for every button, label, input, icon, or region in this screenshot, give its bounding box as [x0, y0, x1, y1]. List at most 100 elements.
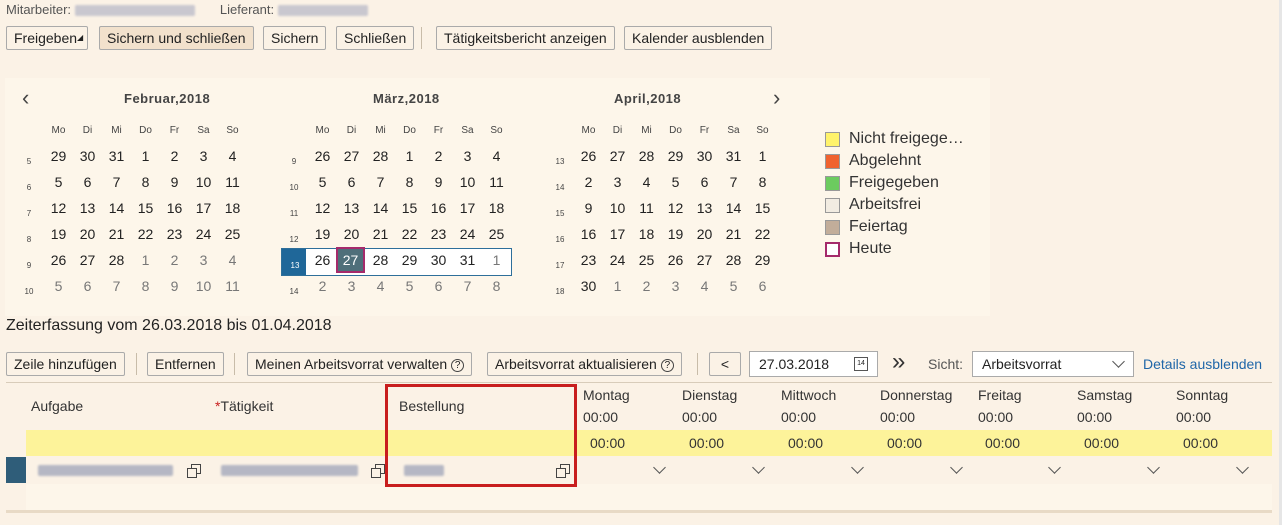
calendar-day[interactable]: 5 — [44, 170, 73, 194]
calendar-day[interactable]: 29 — [661, 144, 690, 168]
sicht-select[interactable]: Arbeitsvorrat — [972, 351, 1134, 377]
week-number[interactable]: 18 — [552, 287, 568, 296]
schliessen-button[interactable]: Schließen — [336, 26, 415, 50]
calendar-day[interactable]: 30 — [73, 144, 102, 168]
week-number[interactable]: 15 — [552, 209, 568, 218]
calendar-day[interactable]: 25 — [632, 248, 661, 272]
calendar-day[interactable]: 30 — [574, 274, 603, 298]
calendar-day[interactable]: 15 — [748, 196, 777, 220]
arbeitsvorrat-verwalten-button[interactable]: Meinen Arbeitsvorrat verwalten? — [247, 352, 473, 376]
copy-icon[interactable] — [371, 464, 385, 478]
calendar-day[interactable]: 12 — [661, 196, 690, 220]
calendar-day[interactable]: 20 — [73, 222, 102, 246]
calendar-day[interactable]: 10 — [189, 170, 218, 194]
calendar-day[interactable]: 22 — [748, 222, 777, 246]
day-header-name[interactable]: Mittwoch — [781, 387, 836, 403]
calendar-day[interactable]: 8 — [131, 170, 160, 194]
calendar-day[interactable]: 21 — [366, 222, 395, 246]
calendar-day[interactable]: 15 — [395, 196, 424, 220]
calendar-day[interactable]: 25 — [482, 222, 511, 246]
calendar-day[interactable]: 1 — [395, 144, 424, 168]
calendar-day[interactable]: 13 — [73, 196, 102, 220]
calendar-day[interactable]: 3 — [189, 144, 218, 168]
copy-icon[interactable] — [187, 464, 201, 478]
calendar-day[interactable]: 27 — [690, 248, 719, 272]
calendar-day[interactable]: 27 — [337, 144, 366, 168]
week-number[interactable]: 6 — [21, 183, 37, 192]
calendar-day[interactable]: 31 — [453, 248, 482, 272]
week-number[interactable]: 13 — [287, 261, 303, 270]
calendar-day[interactable]: 28 — [102, 248, 131, 272]
calendar-day[interactable]: 27 — [73, 248, 102, 272]
calendar-day[interactable]: 19 — [44, 222, 73, 246]
calendar-day[interactable]: 18 — [632, 222, 661, 246]
week-number[interactable]: 10 — [286, 183, 302, 192]
calendar-day[interactable]: 23 — [574, 248, 603, 272]
calendar-day[interactable]: 6 — [424, 274, 453, 298]
calendar-day[interactable]: 4 — [690, 274, 719, 298]
day-header-name[interactable]: Montag — [583, 387, 630, 403]
calendar-day[interactable]: 30 — [424, 248, 453, 272]
sichern-button[interactable]: Sichern — [263, 26, 327, 50]
week-number[interactable]: 14 — [286, 287, 302, 296]
calendar-day[interactable]: 30 — [690, 144, 719, 168]
calendar-day[interactable]: 3 — [661, 274, 690, 298]
week-number[interactable]: 9 — [21, 261, 37, 270]
calendar-day[interactable]: 6 — [748, 274, 777, 298]
calendar-day[interactable]: 6 — [690, 170, 719, 194]
taetigkeitsbericht-button[interactable]: Tätigkeitsbericht anzeigen — [436, 26, 615, 50]
calendar-day[interactable]: 11 — [218, 170, 247, 194]
day-header-name[interactable]: Donnerstag — [880, 387, 952, 403]
calendar-day[interactable]: 4 — [218, 248, 247, 272]
zeile-hinzufuegen-button[interactable]: Zeile hinzufügen — [6, 352, 125, 376]
calendar-day[interactable]: 16 — [574, 222, 603, 246]
calendar-day[interactable]: 28 — [632, 144, 661, 168]
calendar-day[interactable]: 3 — [189, 248, 218, 272]
calendar-day[interactable]: 21 — [719, 222, 748, 246]
calendar-day[interactable]: 9 — [424, 170, 453, 194]
calendar-day[interactable]: 11 — [632, 196, 661, 220]
calendar-day[interactable]: 9 — [574, 196, 603, 220]
calendar-day[interactable]: 14 — [102, 196, 131, 220]
week-number[interactable]: 14 — [552, 183, 568, 192]
calendar-day[interactable]: 26 — [661, 248, 690, 272]
calendar-day[interactable]: 4 — [218, 144, 247, 168]
row-selector[interactable] — [6, 457, 26, 483]
calendar-day[interactable]: 10 — [603, 196, 632, 220]
calendar-day[interactable]: 28 — [366, 144, 395, 168]
calendar-day[interactable]: 29 — [748, 248, 777, 272]
date-input[interactable]: 27.03.2018 14 — [749, 351, 878, 377]
calendar-day[interactable]: 1 — [482, 248, 511, 272]
calendar-day[interactable]: 24 — [189, 222, 218, 246]
calendar-day[interactable]: 5 — [719, 274, 748, 298]
calendar-day[interactable]: 7 — [453, 274, 482, 298]
prev-week-button[interactable]: < — [709, 352, 741, 376]
calendar-day[interactable]: 8 — [131, 274, 160, 298]
week-number[interactable]: 8 — [21, 235, 37, 244]
calendar-day[interactable]: 24 — [453, 222, 482, 246]
calendar-day[interactable]: 11 — [218, 274, 247, 298]
calendar-picker-icon[interactable]: 14 — [854, 357, 868, 371]
calendar-day[interactable]: 15 — [131, 196, 160, 220]
kalender-ausblenden-button[interactable]: Kalender ausblenden — [624, 26, 773, 50]
freigeben-button[interactable]: Freigeben◢ — [6, 26, 88, 50]
calendar-day[interactable]: 12 — [308, 196, 337, 220]
calendar-day[interactable]: 5 — [44, 274, 73, 298]
week-number[interactable]: 12 — [286, 235, 302, 244]
week-number[interactable]: 10 — [21, 287, 37, 296]
calendar-day[interactable]: 7 — [102, 274, 131, 298]
calendar-day[interactable]: 13 — [337, 196, 366, 220]
details-ausblenden-link[interactable]: Details ausblenden — [1143, 356, 1262, 372]
calendar-day[interactable]: 26 — [308, 144, 337, 168]
calendar-day[interactable]: 29 — [395, 248, 424, 272]
calendar-day[interactable]: 26 — [308, 248, 337, 272]
calendar-day[interactable]: 7 — [102, 170, 131, 194]
sichern-schliessen-button[interactable]: Sichern und schließen — [99, 26, 254, 50]
calendar-day[interactable]: 9 — [160, 274, 189, 298]
day-header-name[interactable]: Freitag — [978, 387, 1022, 403]
calendar-day[interactable]: 4 — [482, 144, 511, 168]
calendar-day[interactable]: 1 — [131, 144, 160, 168]
calendar-day[interactable]: 21 — [102, 222, 131, 246]
calendar-day[interactable]: 17 — [189, 196, 218, 220]
calendar-day[interactable]: 19 — [308, 222, 337, 246]
